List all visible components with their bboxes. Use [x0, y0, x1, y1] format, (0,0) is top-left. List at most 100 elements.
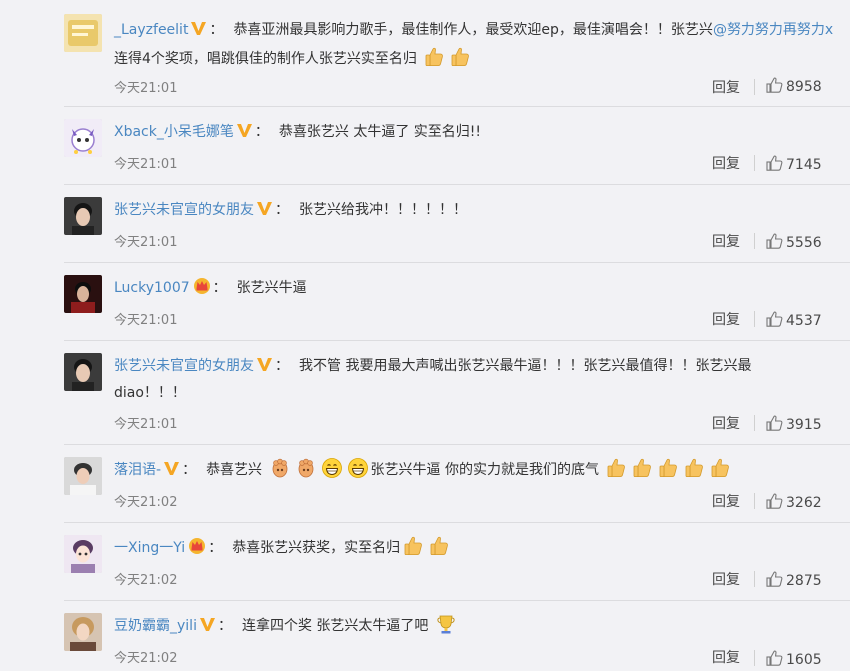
comment-item: Lucky1007 ： 张艺兴牛逼 今天21:01 回复 4537 [0, 275, 850, 341]
comment-time: 今天21:01 [114, 235, 178, 250]
like-count: 2875 [786, 573, 822, 589]
like-button[interactable]: 3262 [766, 493, 822, 511]
thumbs-up-icon [428, 535, 450, 557]
divider [754, 493, 755, 509]
crown-badge-icon [188, 537, 206, 554]
comment-text: 张艺兴牛逼 你的实力就是我们的底气 [370, 462, 599, 478]
mention-link[interactable]: @努力努力再努力x [713, 22, 833, 38]
divider [754, 155, 755, 171]
colon: ： [275, 202, 289, 218]
separator [64, 600, 850, 601]
like-icon [766, 415, 783, 431]
username-link[interactable]: 落泪语- [114, 462, 161, 478]
like-icon [766, 650, 783, 666]
comment-time: 今天21:01 [114, 313, 178, 328]
like-button[interactable]: 8958 [766, 77, 822, 95]
username-link[interactable]: Xback_小呆毛娜笔 [114, 124, 234, 140]
like-button[interactable]: 1605 [766, 650, 822, 668]
avatar[interactable] [64, 613, 102, 651]
reply-button[interactable]: 回复 [712, 647, 740, 667]
like-button[interactable]: 7145 [766, 155, 822, 173]
comment-item: 豆奶霸霸_yili ： 连拿四个奖 张艺兴太牛逼了吧 今天21:02 回复 1605 [0, 613, 850, 671]
username-link[interactable]: _Layzfeelit [114, 22, 188, 38]
comment-text: 张艺兴牛逼 [236, 280, 307, 296]
username-link[interactable]: 张艺兴未官宣的女朋友 [114, 358, 254, 374]
colon: ： [275, 358, 289, 374]
avatar[interactable] [64, 14, 102, 52]
like-count: 5556 [786, 235, 822, 251]
like-count: 3262 [786, 495, 822, 511]
reply-button[interactable]: 回复 [712, 77, 740, 97]
comment-text: 连拿四个奖 张艺兴太牛逼了吧 [241, 618, 429, 634]
avatar[interactable] [64, 275, 102, 313]
comment-time: 今天21:01 [114, 81, 178, 96]
divider [754, 571, 755, 587]
v-badge-icon [163, 460, 180, 476]
colon: ： [208, 540, 223, 556]
like-count: 1605 [786, 652, 822, 668]
comment-time: 今天21:01 [114, 417, 178, 432]
avatar[interactable] [64, 119, 102, 157]
like-count: 4537 [786, 313, 822, 329]
thumbs-up-icon [402, 535, 424, 557]
thumbs-up-icon [631, 457, 653, 479]
like-icon [766, 493, 783, 509]
reply-button[interactable]: 回复 [712, 491, 740, 511]
username-link[interactable]: 豆奶霸霸_yili [114, 618, 197, 634]
reply-button[interactable]: 回复 [712, 231, 740, 251]
reply-button[interactable]: 回复 [712, 413, 740, 433]
comment-list: _Layzfeelit ： 恭喜亚洲最具影响力歌手，最佳制作人，最受欢迎ep，最佳演… [0, 0, 850, 671]
v-badge-icon [256, 200, 273, 216]
like-button[interactable]: 3915 [766, 415, 822, 433]
grin-icon [347, 457, 369, 479]
reply-button[interactable]: 回复 [712, 569, 740, 589]
thumbs-up-icon [605, 457, 627, 479]
like-button[interactable]: 4537 [766, 311, 822, 329]
separator [64, 106, 850, 107]
crown-badge-icon [193, 277, 211, 294]
username-link[interactable]: Lucky1007 [114, 280, 190, 296]
separator [64, 444, 850, 445]
fist-icon [295, 457, 317, 479]
colon: ： [217, 618, 232, 634]
colon: ： [254, 124, 269, 140]
separator [64, 184, 850, 185]
avatar[interactable] [64, 197, 102, 235]
reply-button[interactable]: 回复 [712, 309, 740, 329]
comment-text: 恭喜艺兴 [206, 462, 263, 478]
reply-button[interactable]: 回复 [712, 153, 740, 173]
comment-time: 今天21:02 [114, 495, 178, 510]
like-count: 8958 [786, 79, 822, 95]
separator [64, 340, 850, 341]
avatar[interactable] [64, 457, 102, 495]
like-button[interactable]: 2875 [766, 571, 822, 589]
divider [754, 79, 755, 95]
separator [64, 262, 850, 263]
like-count: 3915 [786, 417, 822, 433]
comment-text: 张艺兴给我冲！！！！！！ [299, 202, 467, 218]
comment-text: diao！！！ [114, 385, 186, 401]
comment-text: 恭喜亚洲最具影响力歌手，最佳制作人，最受欢迎ep，最佳演唱会！！张艺兴 [233, 22, 713, 38]
v-badge-icon [199, 616, 216, 632]
comment-item: 一Xing一Yi ： 恭喜张艺兴获奖，实至名归 今天21:02 回复 2875 [0, 535, 850, 601]
colon: ： [209, 22, 224, 38]
avatar[interactable] [64, 353, 102, 391]
avatar[interactable] [64, 535, 102, 573]
thumbs-up-icon [709, 457, 731, 479]
comment-item: _Layzfeelit ： 恭喜亚洲最具影响力歌手，最佳制作人，最受欢迎ep，最佳演… [0, 14, 850, 106]
like-icon [766, 571, 783, 587]
like-icon [766, 155, 783, 171]
thumbs-up-icon [683, 457, 705, 479]
comment-text: 我不管 我要用最大声喊出张艺兴最牛逼！！！张艺兴最值得！！张艺兴最 [299, 358, 752, 374]
like-button[interactable]: 5556 [766, 233, 822, 251]
grin-icon [321, 457, 343, 479]
colon: ： [212, 280, 227, 296]
like-icon [766, 77, 783, 93]
username-link[interactable]: 一Xing一Yi [114, 540, 185, 556]
thumbs-up-icon [657, 457, 679, 479]
username-link[interactable]: 张艺兴未官宣的女朋友 [114, 202, 254, 218]
comment-text: 恭喜张艺兴获奖，实至名归 [232, 540, 401, 556]
divider [754, 233, 755, 249]
like-icon [766, 311, 783, 327]
v-badge-icon [256, 356, 273, 372]
